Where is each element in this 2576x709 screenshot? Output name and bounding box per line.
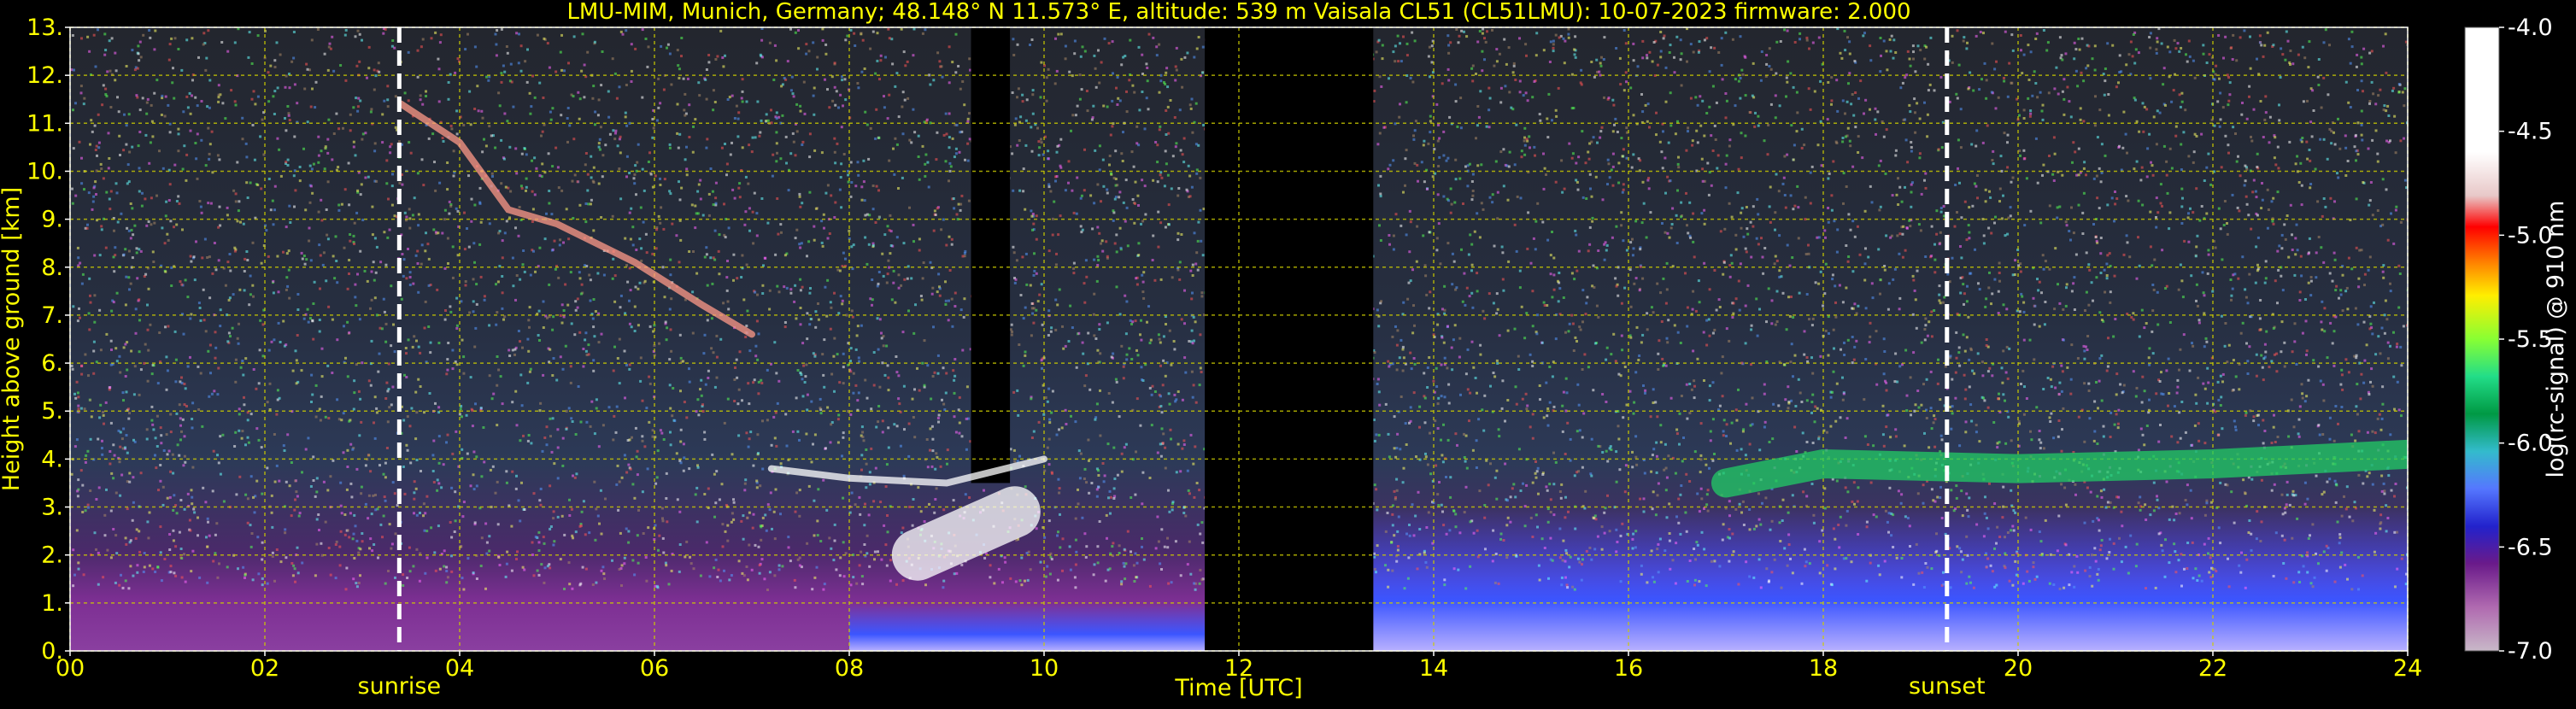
colorbar-tick-label: -7.0 — [2508, 638, 2553, 665]
x-axis-label: Time [UTC] — [1174, 675, 1302, 701]
boundary-layer-morning — [849, 603, 1205, 651]
attenuated-column — [971, 27, 1011, 483]
boundary-layer — [1373, 507, 2408, 651]
y-axis-label: Height above ground [km] — [0, 187, 25, 491]
chart-svg: sunrisesunset 00020406081012141618202224… — [0, 0, 2576, 706]
x-tick-label: 22 — [2198, 655, 2227, 682]
y-tick-label: 3. — [41, 495, 63, 521]
y-tick-label: 6. — [41, 350, 63, 377]
no-data-gap — [1205, 27, 1373, 651]
y-tick-label: 10. — [26, 158, 63, 185]
y-tick-label: 8. — [41, 255, 63, 281]
sunrise-label: sunrise — [358, 673, 442, 700]
colorbar-gradient — [2465, 27, 2499, 651]
x-tick-label: 04 — [445, 655, 474, 682]
colorbar-tick-label: -4.0 — [2508, 15, 2553, 41]
x-tick-label: 14 — [1419, 655, 1448, 682]
colorbar: -4.0-4.5-5.0-5.5-6.0-6.5-7.0 — [2465, 15, 2553, 665]
y-tick-label: 11. — [26, 110, 63, 137]
chart-title: LMU-MIM, Munich, Germany; 48.148° N 11.5… — [566, 0, 1910, 25]
y-tick-label: 7. — [41, 302, 63, 329]
colorbar-tick-label: -4.5 — [2508, 119, 2553, 145]
y-tick-label: 2. — [41, 542, 63, 569]
ceilometer-chart: sunrisesunset 00020406081012141618202224… — [0, 0, 2576, 706]
colorbar-tick-label: -6.5 — [2508, 534, 2553, 560]
x-tick-label: 20 — [2004, 655, 2033, 682]
y-tick-label: 9. — [41, 207, 63, 233]
y-tick-label: 13. — [26, 15, 63, 41]
x-tick-label: 06 — [640, 655, 669, 682]
x-tick-label: 16 — [1614, 655, 1643, 682]
y-tick-label: 1. — [41, 590, 63, 617]
y-tick-label: 5. — [41, 398, 63, 425]
x-tick-label: 24 — [2393, 655, 2422, 682]
x-tick-label: 18 — [1809, 655, 1838, 682]
y-tick-label: 4. — [41, 446, 63, 472]
x-tick-label: 02 — [250, 655, 279, 682]
colorbar-label: log(rc-signal) @ 910 nm — [2543, 201, 2569, 478]
y-tick-label: 0. — [41, 638, 63, 665]
x-tick-label: 10 — [1030, 655, 1059, 682]
y-tick-label: 12. — [26, 62, 63, 89]
x-tick-label: 08 — [835, 655, 864, 682]
sunset-label: sunset — [1909, 673, 1986, 700]
